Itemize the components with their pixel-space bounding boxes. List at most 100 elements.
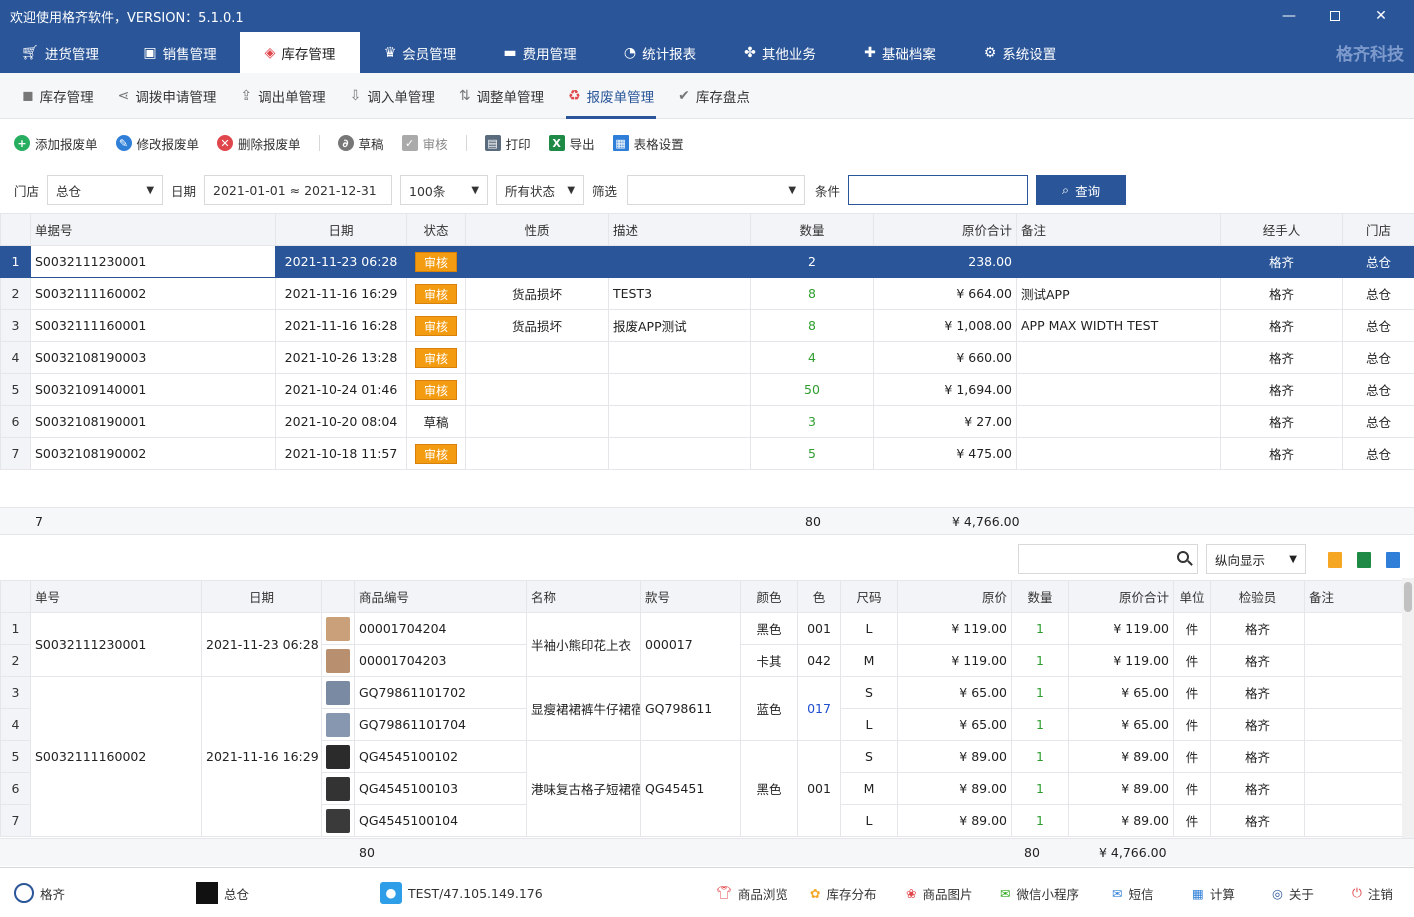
detail-scrollbar[interactable]: [1402, 578, 1414, 838]
header-cell[interactable]: 商品编号: [354, 580, 527, 613]
order-id-cell[interactable]: S0032108190002: [30, 437, 276, 470]
product-thumbnail[interactable]: [321, 612, 355, 645]
sms-link[interactable]: ✉ 短信: [1112, 868, 1154, 917]
header-cell[interactable]: 色: [797, 580, 841, 613]
product-images-link[interactable]: ❀ 商品图片: [906, 868, 973, 917]
store-select[interactable]: 总仓 ▼: [47, 175, 164, 205]
product-thumbnail[interactable]: [321, 708, 355, 741]
table-row[interactable]: 5 S0032109140001 2021-10-24 01:46 审核 50 ¥ 1,6…: [0, 373, 1414, 406]
table-settings-button[interactable]: ▦ 表格设置: [612, 134, 684, 153]
header-cell[interactable]: 备注: [1016, 213, 1221, 246]
about-link[interactable]: ◎ 关于: [1272, 868, 1314, 917]
product-browse-link[interactable]: 👕︎ 商品浏览: [716, 868, 788, 917]
subtab-adjust[interactable]: ⇅ 调整单管理: [447, 73, 556, 119]
logout-link[interactable]: ⏻ 注销: [1352, 868, 1393, 917]
audit-button[interactable]: ✓ 审核: [401, 134, 448, 153]
stock-distribution-link[interactable]: ✿ 库存分布: [810, 868, 877, 917]
product-thumbnail[interactable]: [321, 676, 355, 709]
export-button[interactable]: X 导出: [548, 134, 595, 153]
table-icon[interactable]: [1386, 552, 1400, 568]
order-id-cell[interactable]: S0032111160002: [30, 277, 276, 310]
nav-tab-settings[interactable]: ⚙ 系统设置: [960, 32, 1080, 73]
header-cell[interactable]: 款号: [640, 580, 741, 613]
desc-cell: [608, 245, 751, 278]
excel-icon[interactable]: [1357, 552, 1371, 568]
subtab-transfer-request[interactable]: ⋖ 调拨申请管理: [106, 73, 229, 119]
header-cell[interactable]: 原价合计: [1068, 580, 1174, 613]
order-id-cell[interactable]: S0032109140001: [30, 373, 276, 406]
header-cell[interactable]: 单号: [30, 580, 202, 613]
maximize-button[interactable]: [1312, 0, 1358, 32]
subtab-transfer-out[interactable]: ⇪ 调出单管理: [228, 73, 337, 119]
nav-tab-reports[interactable]: ◔ 统计报表: [600, 32, 720, 73]
view-mode-select[interactable]: 纵向显示 ▼: [1206, 544, 1306, 574]
minimize-button[interactable]: —: [1266, 0, 1312, 32]
nav-tab-sales[interactable]: ▣ 销售管理: [120, 32, 240, 73]
header-cell[interactable]: 门店: [1342, 213, 1414, 246]
count-select[interactable]: 100条 ▼: [400, 175, 489, 205]
product-thumbnail[interactable]: [321, 644, 355, 677]
header-cell[interactable]: 数量: [750, 213, 874, 246]
table-row[interactable]: 7 S0032108190002 2021-10-18 11:57 审核 5 ¥ 475.…: [0, 437, 1414, 470]
server-indicator[interactable]: ● TEST/47.105.149.176: [380, 868, 543, 917]
header-cell[interactable]: 日期: [201, 580, 322, 613]
header-cell[interactable]: 原价合计: [873, 213, 1017, 246]
header-cell[interactable]: 名称: [526, 580, 641, 613]
table-row[interactable]: 1 S0032111230001 2021-11-23 06:28 000017042…: [0, 612, 1403, 677]
nav-tab-archive[interactable]: ✚ 基础档案: [840, 32, 960, 73]
table-row[interactable]: 4 S0032108190003 2021-10-26 13:28 审核 4 ¥ 660.…: [0, 341, 1414, 374]
order-id-cell[interactable]: S0032111230001: [30, 245, 276, 278]
store-indicator[interactable]: 总仓: [196, 868, 249, 917]
header-cell[interactable]: 性质: [465, 213, 609, 246]
scrollbar-thumb[interactable]: [1404, 582, 1412, 612]
header-cell[interactable]: 状态: [406, 213, 466, 246]
nav-tab-inventory[interactable]: ◈ 库存管理: [240, 32, 360, 73]
header-cell[interactable]: 日期: [275, 213, 407, 246]
nav-tab-purchase[interactable]: 🛒︎ 进货管理: [0, 32, 120, 73]
header-cell[interactable]: 原价: [897, 580, 1012, 613]
table-row[interactable]: 3 S0032111160001 2021-11-16 16:28 审核 货品损坏 报废A…: [0, 309, 1414, 342]
product-thumbnail[interactable]: [321, 740, 355, 773]
header-cell[interactable]: 经手人: [1220, 213, 1343, 246]
delete-scrap-button[interactable]: ✕ 删除报废单: [217, 134, 301, 153]
condition-input[interactable]: [848, 175, 1029, 205]
header-cell[interactable]: 单据号: [30, 213, 276, 246]
table-row[interactable]: 6 S0032108190001 2021-10-20 08:04 草稿 3 ¥ 27.0…: [0, 405, 1414, 438]
edit-scrap-button[interactable]: ✎ 修改报废单: [115, 134, 199, 153]
status-select[interactable]: 所有状态 ▼: [496, 175, 585, 205]
subtab-inventory[interactable]: ◼ 库存管理: [10, 73, 106, 119]
header-cell[interactable]: 颜色: [740, 580, 798, 613]
add-scrap-button[interactable]: + 添加报废单: [14, 134, 98, 153]
nav-tab-other[interactable]: ✤ 其他业务: [720, 32, 840, 73]
wechat-miniapp-link[interactable]: ✉ 微信小程序: [1000, 868, 1079, 917]
close-button[interactable]: ✕: [1358, 0, 1404, 32]
product-thumbnail[interactable]: [321, 804, 355, 837]
file-icon[interactable]: [1328, 552, 1342, 568]
table-row[interactable]: 3 S0032111160002 2021-11-16 16:29 GQ7986110…: [0, 676, 1403, 837]
header-cell[interactable]: 单位: [1173, 580, 1211, 613]
subtab-transfer-in[interactable]: ⇩ 调入单管理: [338, 73, 447, 119]
nav-tab-member[interactable]: ♛ 会员管理: [360, 32, 480, 73]
product-thumbnail[interactable]: [321, 772, 355, 805]
draft-button[interactable]: ∂ 草稿: [337, 134, 384, 153]
subtab-stocktake[interactable]: ✔ 库存盘点: [666, 73, 762, 119]
order-id-cell[interactable]: S0032108190001: [30, 405, 276, 438]
print-button[interactable]: ▤ 打印: [484, 134, 531, 153]
table-row[interactable]: 1 S0032111230001 2021-11-23 06:28 审核 2 238.00…: [0, 245, 1414, 278]
header-cell[interactable]: 备注: [1304, 580, 1403, 613]
query-button[interactable]: ⌕ 查询: [1036, 175, 1127, 205]
nav-tab-expense[interactable]: ▬ 费用管理: [480, 32, 600, 73]
table-row[interactable]: 2 S0032111160002 2021-11-16 16:29 审核 货品损坏 TES…: [0, 277, 1414, 310]
header-cell[interactable]: 尺码: [840, 580, 898, 613]
order-id-cell[interactable]: S0032111160001: [30, 309, 276, 342]
detail-search-input[interactable]: [1018, 544, 1198, 574]
header-cell[interactable]: 数量: [1011, 580, 1069, 613]
order-id-cell[interactable]: S0032108190003: [30, 341, 276, 374]
user-indicator[interactable]: 格齐: [14, 868, 65, 917]
filter-select[interactable]: ▼: [627, 175, 806, 205]
header-cell[interactable]: 描述: [608, 213, 751, 246]
calculator-link[interactable]: ▦ 计算: [1192, 868, 1235, 917]
date-range-input[interactable]: 2021-01-01 ≈ 2021-12-31: [204, 175, 393, 205]
subtab-scrap[interactable]: ♻ 报废单管理: [556, 73, 666, 119]
header-cell[interactable]: 检验员: [1210, 580, 1305, 613]
